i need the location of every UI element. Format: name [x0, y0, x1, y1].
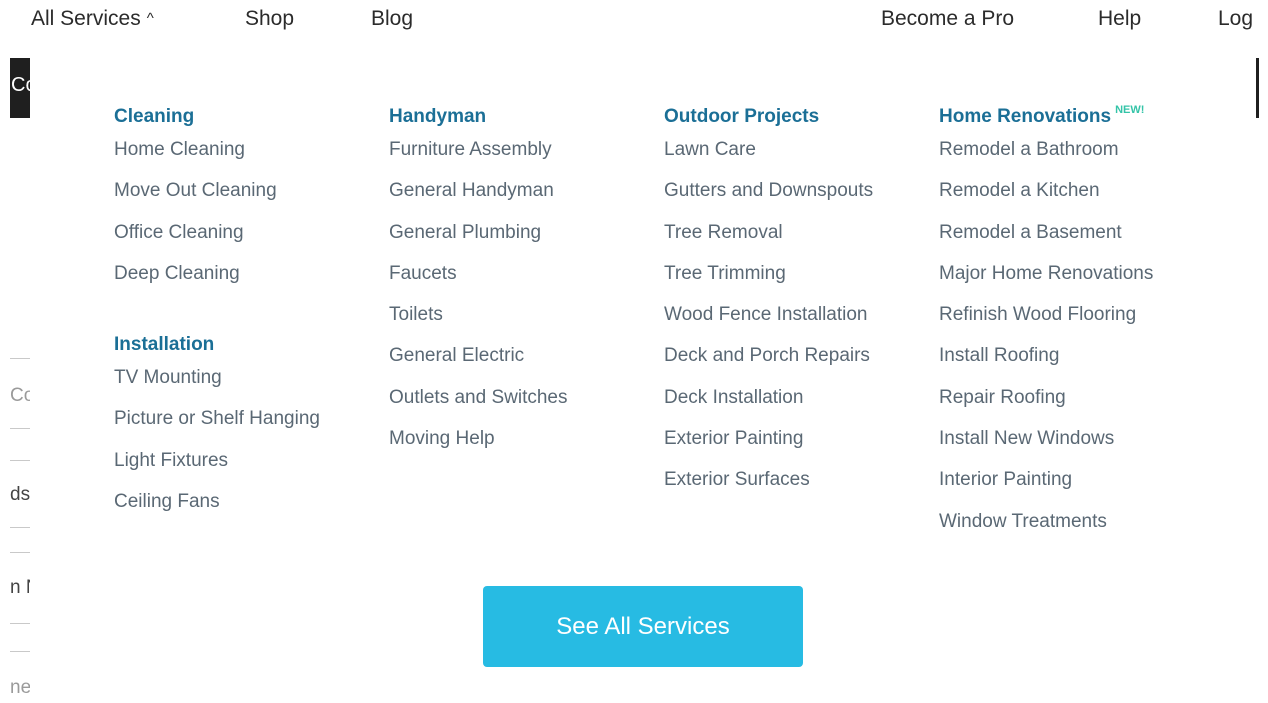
column-outdoor-projects: Outdoor Projects Lawn Care Gutters and D… [664, 104, 873, 509]
menu-item[interactable]: Install Roofing [939, 343, 1153, 384]
background-divider [10, 527, 30, 528]
background-divider [10, 358, 30, 359]
menu-item[interactable]: Picture or Shelf Hanging [114, 406, 320, 447]
category-installation[interactable]: Installation [114, 332, 320, 358]
menu-item[interactable]: General Handyman [389, 178, 567, 219]
menu-item[interactable]: Ceiling Fans [114, 489, 320, 530]
nav-login[interactable]: Log [1218, 7, 1253, 31]
menu-item[interactable]: Install New Windows [939, 426, 1153, 467]
background-dark-banner: Co [10, 58, 32, 118]
menu-item[interactable]: Repair Roofing [939, 385, 1153, 426]
nav-all-services[interactable]: All Services ^ [31, 7, 154, 31]
background-fragment: Co [10, 385, 30, 406]
background-divider [10, 460, 30, 461]
menu-item[interactable]: Gutters and Downspouts [664, 178, 873, 219]
chevron-up-icon: ^ [146, 10, 154, 27]
menu-item[interactable]: Moving Help [389, 426, 567, 467]
menu-item[interactable]: Home Cleaning [114, 137, 320, 178]
see-all-services-button[interactable]: See All Services [483, 586, 803, 667]
menu-item[interactable]: Interior Painting [939, 467, 1153, 508]
menu-item[interactable]: Exterior Painting [664, 426, 873, 467]
background-divider [10, 651, 30, 652]
menu-item[interactable]: General Electric [389, 343, 567, 384]
column-cleaning-installation: Cleaning Home Cleaning Move Out Cleaning… [114, 104, 320, 530]
column-home-renovations: Home Renovations NEW! Remodel a Bathroom … [939, 104, 1153, 550]
menu-item[interactable]: Wood Fence Installation [664, 302, 873, 343]
category-home-renovations-label: Home Renovations [939, 106, 1112, 127]
menu-item[interactable]: Deck Installation [664, 385, 873, 426]
menu-item[interactable]: TV Mounting [114, 365, 320, 406]
menu-item[interactable]: Toilets [389, 302, 567, 343]
background-fragment: ds [10, 484, 30, 505]
menu-item[interactable]: Outlets and Switches [389, 385, 567, 426]
category-outdoor-projects[interactable]: Outdoor Projects [664, 104, 873, 130]
menu-item[interactable]: Furniture Assembly [389, 137, 567, 178]
category-cleaning[interactable]: Cleaning [114, 104, 320, 130]
menu-item[interactable]: Remodel a Kitchen [939, 178, 1153, 219]
category-home-renovations[interactable]: Home Renovations NEW! [939, 104, 1153, 130]
menu-item[interactable]: Remodel a Bathroom [939, 137, 1153, 178]
background-divider [10, 552, 30, 553]
column-handyman: Handyman Furniture Assembly General Hand… [389, 104, 567, 467]
menu-item[interactable]: Refinish Wood Flooring [939, 302, 1153, 343]
background-divider [10, 623, 30, 624]
menu-item[interactable]: Major Home Renovations [939, 261, 1153, 302]
menu-item[interactable]: Exterior Surfaces [664, 467, 873, 508]
nav-help[interactable]: Help [1098, 7, 1141, 31]
menu-item[interactable]: General Plumbing [389, 220, 567, 261]
new-badge: NEW! [1115, 104, 1145, 116]
menu-item[interactable]: Deck and Porch Repairs [664, 343, 873, 384]
background-divider [10, 428, 30, 429]
top-navigation: All Services ^ Shop Blog Become a Pro Hel… [0, 0, 1268, 42]
nav-all-services-label: All Services [31, 7, 141, 30]
menu-item[interactable]: Lawn Care [664, 137, 873, 178]
background-fragment: n N [10, 577, 30, 598]
menu-item[interactable]: Tree Removal [664, 220, 873, 261]
nav-blog[interactable]: Blog [371, 7, 413, 31]
menu-item[interactable]: Tree Trimming [664, 261, 873, 302]
category-handyman[interactable]: Handyman [389, 104, 567, 130]
services-dropdown: Cleaning Home Cleaning Move Out Cleaning… [30, 56, 1256, 703]
menu-item[interactable]: Window Treatments [939, 509, 1153, 550]
menu-item[interactable]: Light Fixtures [114, 448, 320, 489]
nav-become-a-pro[interactable]: Become a Pro [881, 7, 1014, 31]
background-fragment: Co [11, 74, 32, 96]
menu-item[interactable]: Move Out Cleaning [114, 178, 320, 219]
background-fragment: ne [10, 677, 30, 698]
nav-shop[interactable]: Shop [245, 7, 294, 31]
menu-item[interactable]: Faucets [389, 261, 567, 302]
menu-item[interactable]: Office Cleaning [114, 220, 320, 261]
menu-item[interactable]: Deep Cleaning [114, 261, 320, 302]
menu-item[interactable]: Remodel a Basement [939, 220, 1153, 261]
